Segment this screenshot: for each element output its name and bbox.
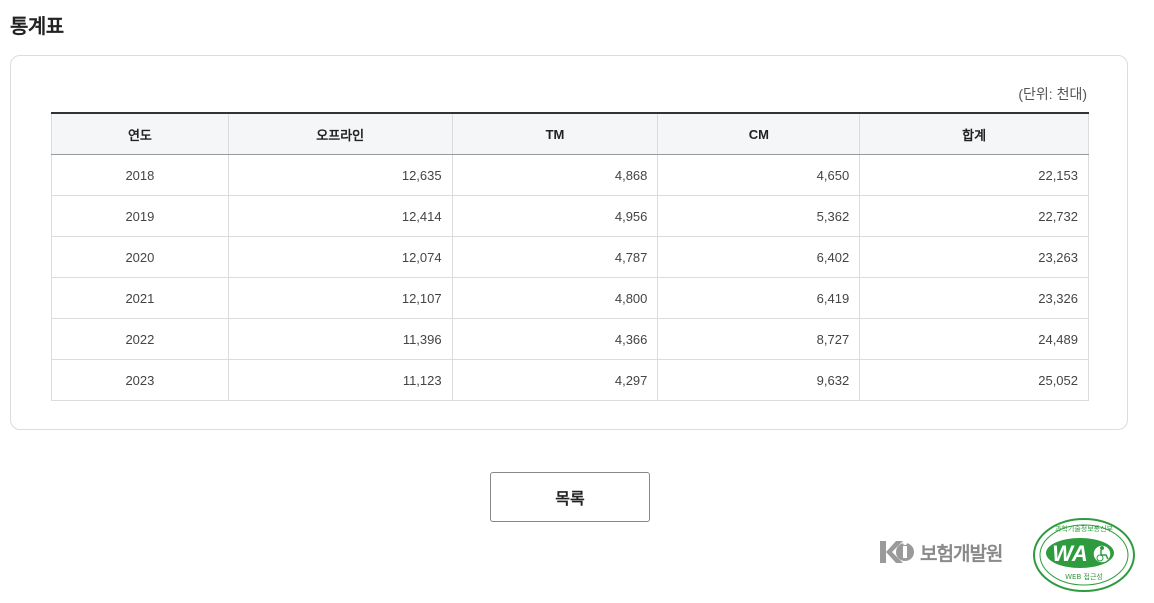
kidi-logo-text: 보험개발원: [920, 543, 1003, 565]
cell-tm: 4,787: [451, 236, 658, 278]
cell-cm: 6,402: [657, 236, 860, 278]
kidi-logo-mark-icon: [880, 541, 914, 563]
cell-offline: 11,123: [227, 359, 453, 401]
column-header-year: 연도: [51, 112, 229, 155]
cell-total: 24,489: [859, 318, 1089, 360]
cell-tm: 4,800: [451, 277, 658, 319]
cell-year: 2021: [51, 277, 229, 319]
cell-cm: 8,727: [657, 318, 860, 360]
cell-cm: 4,650: [657, 154, 860, 196]
table-row: 2021 12,107 4,800 6,419 23,326: [51, 277, 1089, 319]
column-header-tm: TM: [451, 112, 658, 155]
cell-cm: 9,632: [657, 359, 860, 401]
cell-tm: 4,868: [451, 154, 658, 196]
cell-offline: 12,635: [227, 154, 453, 196]
column-header-cm: CM: [657, 112, 860, 155]
cell-offline: 11,396: [227, 318, 453, 360]
cell-offline: 12,074: [227, 236, 453, 278]
table-row: 2018 12,635 4,868 4,650 22,153: [51, 154, 1089, 196]
table-row: 2022 11,396 4,366 8,727 24,489: [51, 318, 1089, 360]
cell-offline: 12,107: [227, 277, 453, 319]
cell-total: 23,326: [859, 277, 1089, 319]
unit-note: (단위: 천대): [1018, 86, 1087, 102]
cell-total: 22,153: [859, 154, 1089, 196]
statistics-card: (단위: 천대) 연도 오프라인 TM CM 합계 2018 12,635 4,…: [10, 55, 1128, 430]
wa-mark-sub-text: WEB 접근성: [1065, 572, 1103, 581]
kidi-logo: 보험개발원: [880, 538, 1003, 566]
cell-total: 23,263: [859, 236, 1089, 278]
table-header-row: 연도 오프라인 TM CM 합계: [51, 112, 1089, 155]
cell-tm: 4,956: [451, 195, 658, 237]
wa-mark-top-text: 과학기술정보통신부: [1055, 524, 1114, 533]
cell-year: 2019: [51, 195, 229, 237]
column-header-offline: 오프라인: [227, 112, 453, 155]
cell-tm: 4,366: [451, 318, 658, 360]
cell-total: 25,052: [859, 359, 1089, 401]
list-button[interactable]: 목록: [490, 472, 650, 522]
cell-offline: 12,414: [227, 195, 453, 237]
cell-year: 2022: [51, 318, 229, 360]
cell-tm: 4,297: [451, 359, 658, 401]
cell-year: 2023: [51, 359, 229, 401]
wa-mark-main-text: WA: [1052, 541, 1087, 566]
column-header-total: 합계: [859, 112, 1089, 155]
table-row: 2020 12,074 4,787 6,402 23,263: [51, 236, 1089, 278]
cell-year: 2020: [51, 236, 229, 278]
wheelchair-icon: [1092, 544, 1112, 564]
cell-total: 22,732: [859, 195, 1089, 237]
cell-cm: 5,362: [657, 195, 860, 237]
web-accessibility-mark: 과학기술정보통신부 WA WEB 접근성: [1033, 518, 1135, 592]
cell-cm: 6,419: [657, 277, 860, 319]
page-title: 통계표: [10, 16, 64, 38]
table-row: 2023 11,123 4,297 9,632 25,052: [51, 359, 1089, 401]
cell-year: 2018: [51, 154, 229, 196]
table-row: 2019 12,414 4,956 5,362 22,732: [51, 195, 1089, 237]
statistics-table: 연도 오프라인 TM CM 합계 2018 12,635 4,868 4,650…: [51, 112, 1089, 401]
